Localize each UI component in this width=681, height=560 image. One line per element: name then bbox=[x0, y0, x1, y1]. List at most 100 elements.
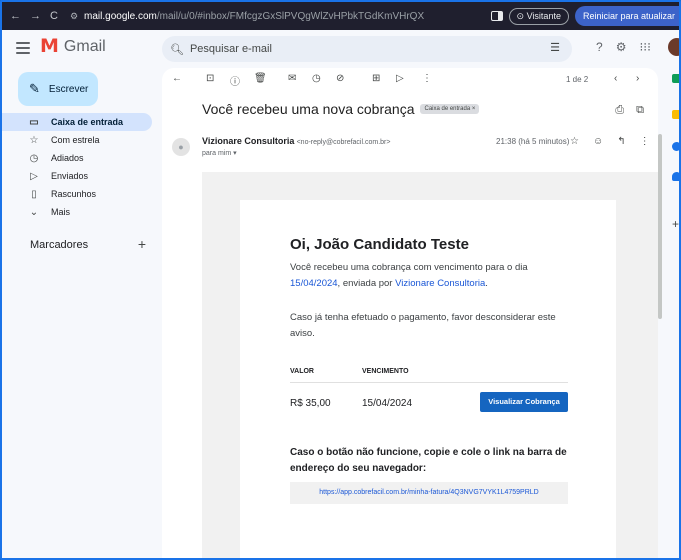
more-actions-icon[interactable]: ⋮ bbox=[640, 136, 650, 147]
search-placeholder: Pesquisar e-mail bbox=[189, 43, 272, 55]
back-to-inbox-icon[interactable]: ← bbox=[172, 73, 182, 84]
snooze-icon[interactable]: ◷ bbox=[312, 73, 321, 84]
inbox-label-chip[interactable]: Caixa de entrada × bbox=[420, 104, 480, 114]
browser-toolbar: ← → C ⚙ mail.google.com/mail/u/0/#inbox/… bbox=[2, 2, 679, 30]
table-divider bbox=[290, 382, 568, 383]
message-actions: ☆ ☺ ↰ ⋮ bbox=[570, 136, 650, 147]
sidebar-item-starred[interactable]: ☆ Com estrela bbox=[16, 131, 152, 149]
vertical-scrollbar[interactable] bbox=[658, 134, 662, 319]
chevron-down-icon: ⌄ bbox=[29, 206, 39, 218]
sidebar-item-label: Com estrela bbox=[51, 135, 100, 145]
sidebar-item-inbox[interactable]: ▭ Caixa de entrada bbox=[2, 113, 152, 131]
add-task-icon[interactable]: ⊘ bbox=[336, 73, 344, 84]
search-icon[interactable]: 🔍︎ bbox=[170, 43, 184, 56]
header-icons: ? ⚙ ⁝⁝⁝ bbox=[596, 40, 651, 54]
print-icon[interactable]: ⎙ bbox=[615, 104, 624, 117]
gmail-logo[interactable]: M Gmail bbox=[40, 37, 106, 56]
fallback-instructions: Caso o botão não funcione, copie e cole … bbox=[290, 447, 567, 474]
sidebar-item-label: Adiados bbox=[51, 153, 84, 163]
sender-email: <no-reply@cobrefacil.com.br> bbox=[296, 139, 391, 146]
archive-icon[interactable]: ⊡ bbox=[206, 73, 214, 84]
sheets-icon[interactable] bbox=[672, 74, 679, 83]
open-new-window-icon[interactable]: ⧉ bbox=[636, 104, 644, 117]
message-time: 21:38 (há 5 minutos) bbox=[496, 137, 570, 146]
contacts-icon[interactable] bbox=[672, 172, 679, 181]
fallback-link[interactable]: https://app.cobrefacil.com.br/minha-fatu… bbox=[290, 482, 568, 504]
due-date-value: 15/04/2024 bbox=[362, 398, 413, 409]
more-options-icon[interactable]: ⋮ bbox=[422, 73, 432, 84]
restart-button[interactable]: Reiniciar para atualizar bbox=[574, 6, 679, 26]
email-card: Oi, João Candidato Teste Você recebeu um… bbox=[240, 200, 616, 558]
draft-icon: ▯ bbox=[31, 188, 37, 200]
report-spam-icon[interactable]: ⓘ bbox=[230, 73, 240, 88]
sidebar-item-sent[interactable]: ▷ Enviados bbox=[16, 167, 152, 185]
p1-mid: , enviada por bbox=[337, 278, 396, 289]
message-subject: Você recebeu uma nova cobrança bbox=[202, 101, 415, 117]
move-to-icon[interactable]: ⊞ bbox=[372, 73, 380, 84]
gmail-m-icon: M bbox=[40, 35, 59, 57]
view-charge-button[interactable]: Visualizar Cobrança bbox=[480, 392, 568, 412]
sidebar-item-label: Mais bbox=[51, 207, 71, 217]
main-menu-icon[interactable] bbox=[16, 42, 30, 57]
value-column-header: VALOR bbox=[290, 368, 314, 375]
sidebar-item-label: Rascunhos bbox=[51, 189, 97, 199]
emoji-react-icon[interactable]: ☺ bbox=[593, 136, 603, 147]
labels-title: Marcadores bbox=[30, 239, 89, 251]
sidebar-item-snoozed[interactable]: ◷ Adiados bbox=[16, 149, 152, 167]
search-input[interactable]: 🔍︎ Pesquisar e-mail ☰ bbox=[162, 36, 572, 62]
compose-label: Escrever bbox=[48, 83, 89, 95]
apps-grid-icon[interactable]: ⁝⁝⁝ bbox=[639, 40, 650, 54]
email-body-background: Oi, João Candidato Teste Você recebeu um… bbox=[202, 172, 658, 558]
pencil-icon: ✎ bbox=[29, 81, 40, 96]
url-path: /mail/u/0/#inbox/FMfcgzGxSlPVQgWlZvHPbkT… bbox=[156, 10, 425, 22]
forward-icon[interactable]: → bbox=[30, 10, 41, 22]
account-avatar[interactable] bbox=[668, 38, 679, 56]
tasks-icon[interactable] bbox=[672, 142, 679, 151]
label-icon[interactable]: ▷ bbox=[396, 73, 404, 84]
sidebar-item-more[interactable]: ⌄ Mais bbox=[16, 203, 152, 221]
settings-icon[interactable]: ⚙ bbox=[616, 40, 627, 54]
browser-window: ← → C ⚙ mail.google.com/mail/u/0/#inbox/… bbox=[0, 0, 681, 560]
subject-actions: ⎙ ⧉ bbox=[615, 104, 644, 117]
mark-unread-icon[interactable]: ✉ bbox=[288, 73, 296, 84]
delete-icon[interactable]: 🗑︎ bbox=[254, 73, 267, 84]
sender-line: Vizionare Consultoria <no-reply@cobrefac… bbox=[202, 136, 390, 146]
amount-value: R$ 35,00 bbox=[290, 398, 331, 409]
keep-icon[interactable] bbox=[672, 110, 679, 119]
address-bar[interactable]: ⚙ mail.google.com/mail/u/0/#inbox/FMfcgz… bbox=[70, 11, 460, 22]
message-view: ← ⊡ ⓘ 🗑︎ ✉ ◷ ⊘ ⊞ ▷ ⋮ 1 de 2 ‹ › Você rec… bbox=[162, 68, 658, 558]
sender-avatar: ● bbox=[172, 138, 190, 156]
recipient-details[interactable]: para mim ▾ bbox=[202, 149, 237, 157]
send-icon: ▷ bbox=[30, 170, 38, 182]
sidebar-item-label: Enviados bbox=[51, 171, 89, 181]
help-icon[interactable]: ? bbox=[596, 40, 603, 54]
search-options-icon[interactable]: ☰ bbox=[550, 41, 560, 54]
reload-icon[interactable]: C bbox=[50, 10, 58, 22]
subject-line: Você recebeu uma nova cobrança Caixa de … bbox=[202, 101, 480, 117]
p1-text: Você recebeu uma cobrança com vencimento… bbox=[290, 262, 528, 273]
newer-icon[interactable]: ‹ bbox=[614, 73, 617, 84]
older-icon[interactable]: › bbox=[636, 73, 639, 84]
add-label-icon[interactable]: + bbox=[138, 237, 146, 251]
site-settings-icon[interactable]: ⚙ bbox=[70, 11, 78, 22]
star-icon: ☆ bbox=[29, 134, 39, 146]
sidebar-item-drafts[interactable]: ▯ Rascunhos bbox=[16, 185, 152, 203]
reply-icon[interactable]: ↰ bbox=[617, 136, 625, 147]
inbox-icon: ▭ bbox=[29, 116, 39, 128]
email-paragraph-1: Você recebeu uma cobrança com vencimento… bbox=[290, 260, 560, 292]
compose-button[interactable]: ✎ Escrever bbox=[18, 72, 98, 106]
profile-button[interactable]: ⊙ Visitante bbox=[508, 7, 569, 25]
company-link[interactable]: Vizionare Consultoria bbox=[395, 278, 485, 289]
url-host: mail.google.com bbox=[84, 10, 157, 22]
due-column-header: VENCIMENTO bbox=[362, 368, 409, 375]
add-addon-icon[interactable]: + bbox=[672, 218, 679, 230]
back-icon[interactable]: ← bbox=[10, 10, 21, 22]
browser-nav: ← → C bbox=[10, 10, 58, 22]
sender-name[interactable]: Vizionare Consultoria bbox=[202, 136, 294, 146]
star-icon[interactable]: ☆ bbox=[570, 136, 579, 147]
side-panel-icon[interactable] bbox=[490, 11, 503, 21]
due-date-link[interactable]: 15/04/2024 bbox=[290, 278, 338, 289]
p1-end: . bbox=[485, 278, 488, 289]
sidebar-item-label: Caixa de entrada bbox=[51, 117, 124, 127]
logo-text: Gmail bbox=[63, 37, 106, 55]
